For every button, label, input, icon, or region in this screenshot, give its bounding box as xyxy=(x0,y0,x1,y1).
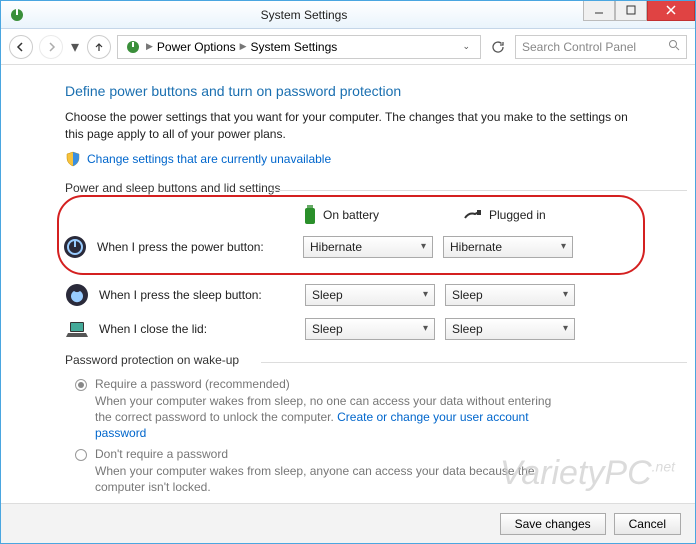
breadcrumb-item[interactable]: System Settings xyxy=(251,40,338,54)
radio-label: Don't require a password xyxy=(95,447,565,461)
maximize-button[interactable] xyxy=(615,1,647,21)
lid-battery-select[interactable]: Sleep xyxy=(305,318,435,340)
search-input[interactable]: Search Control Panel xyxy=(515,35,687,59)
laptop-icon xyxy=(65,317,89,341)
group-legend: Power and sleep buttons and lid settings xyxy=(65,181,631,199)
row-label: When I press the power button: xyxy=(97,240,293,254)
content-area: Define power buttons and turn on passwor… xyxy=(1,65,695,496)
column-header-battery: On battery xyxy=(303,205,437,225)
toolbar: ▾ ▶ Power Options ▶ System Settings ⌄ Se… xyxy=(1,29,695,65)
admin-settings-link[interactable]: Change settings that are currently unava… xyxy=(87,152,331,166)
minimize-button[interactable] xyxy=(583,1,615,21)
refresh-button[interactable] xyxy=(487,36,509,58)
app-icon xyxy=(9,7,25,23)
power-plan-icon xyxy=(124,38,142,56)
row-label: When I press the sleep button: xyxy=(99,288,295,302)
power-icon xyxy=(63,235,87,259)
power-button-battery-select[interactable]: Hibernate xyxy=(303,236,433,258)
sleep-button-plugged-select[interactable]: Sleep xyxy=(445,284,575,306)
radio-description: When your computer wakes from sleep, no … xyxy=(95,393,565,442)
search-placeholder: Search Control Panel xyxy=(522,40,636,54)
history-dropdown[interactable]: ▾ xyxy=(69,37,81,57)
password-protection-group: Password protection on wake-up Require a… xyxy=(65,353,631,496)
lid-close-row: When I close the lid: Sleep Sleep xyxy=(65,315,631,343)
group-legend: Password protection on wake-up xyxy=(65,353,631,371)
back-button[interactable] xyxy=(9,35,33,59)
cancel-button[interactable]: Cancel xyxy=(614,513,681,535)
page-description: Choose the power settings that you want … xyxy=(65,109,631,143)
power-button-row: When I press the power button: Hibernate… xyxy=(63,233,633,261)
close-button[interactable] xyxy=(647,1,695,21)
forward-button[interactable] xyxy=(39,35,63,59)
shield-icon xyxy=(65,151,81,167)
require-password-radio xyxy=(75,379,87,391)
breadcrumb-item[interactable]: Power Options xyxy=(157,40,236,54)
column-header-plugged: Plugged in xyxy=(463,208,597,222)
window-title: System Settings xyxy=(25,8,583,22)
radio-label: Require a password (recommended) xyxy=(95,377,565,391)
row-label: When I close the lid: xyxy=(99,322,295,336)
sleep-button-row: When I press the sleep button: Sleep Sle… xyxy=(65,281,631,309)
plug-icon xyxy=(463,208,483,222)
radio-description: When your computer wakes from sleep, any… xyxy=(95,463,565,495)
sleep-icon xyxy=(65,283,89,307)
lid-plugged-select[interactable]: Sleep xyxy=(445,318,575,340)
up-button[interactable] xyxy=(87,35,111,59)
no-password-radio xyxy=(75,449,87,461)
battery-icon xyxy=(303,205,317,225)
annotation-highlight: On battery Plugged in When I press the p… xyxy=(57,195,645,275)
chevron-right-icon: ▶ xyxy=(240,41,247,52)
search-icon xyxy=(668,39,680,54)
page-heading: Define power buttons and turn on passwor… xyxy=(65,83,631,99)
power-button-plugged-select[interactable]: Hibernate xyxy=(443,236,573,258)
power-buttons-group: Power and sleep buttons and lid settings… xyxy=(65,181,631,343)
breadcrumb[interactable]: ▶ Power Options ▶ System Settings ⌄ xyxy=(117,35,481,59)
chevron-right-icon: ▶ xyxy=(146,41,153,52)
breadcrumb-dropdown[interactable]: ⌄ xyxy=(458,41,474,52)
sleep-button-battery-select[interactable]: Sleep xyxy=(305,284,435,306)
footer: Save changes Cancel xyxy=(1,503,695,543)
titlebar: System Settings xyxy=(1,1,695,29)
save-button[interactable]: Save changes xyxy=(500,513,606,535)
